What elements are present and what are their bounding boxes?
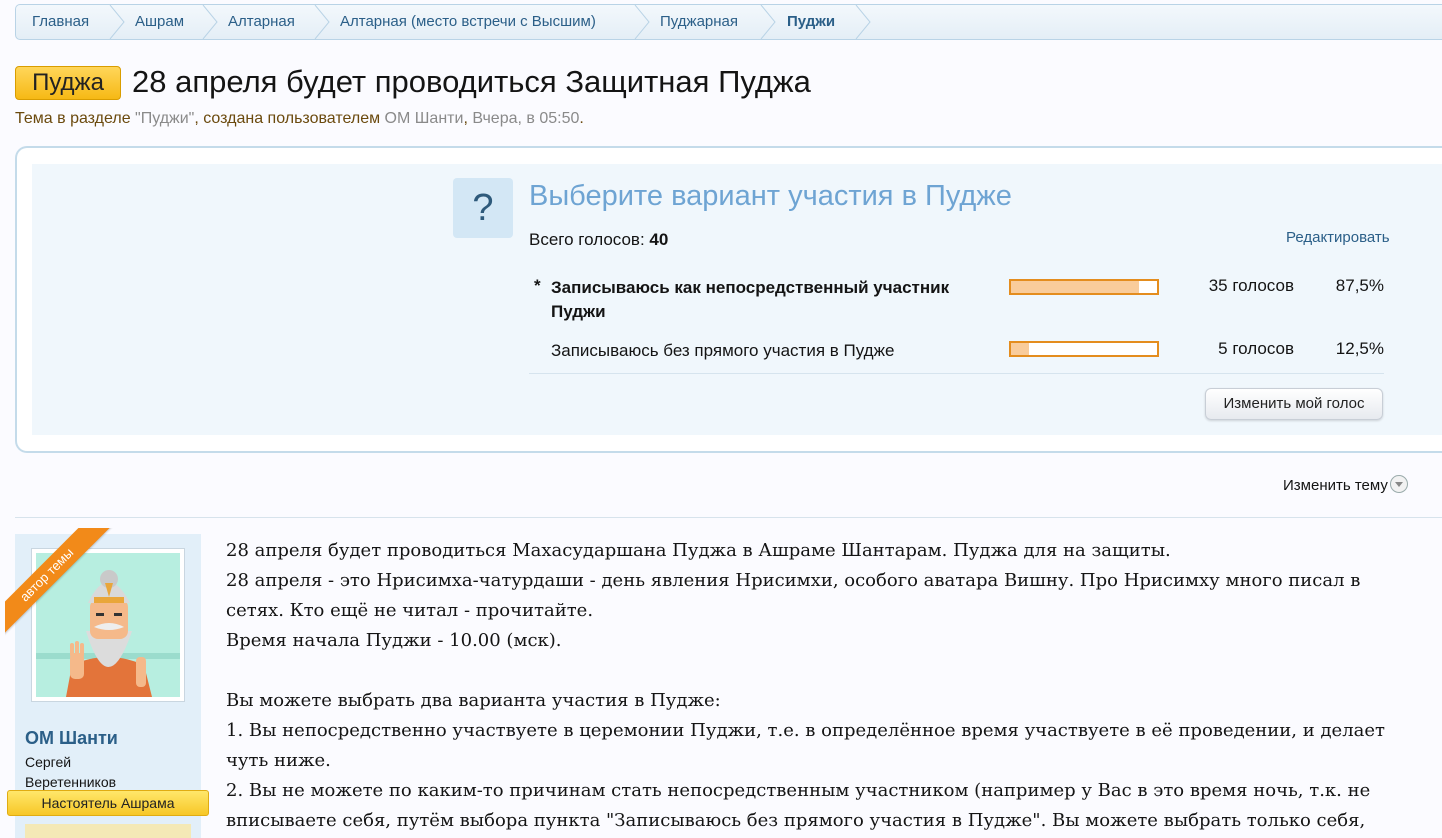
thread-meta-text: Тема в разделе [15,110,136,127]
username-link[interactable]: ОМ Шанти [25,728,118,749]
breadcrumb-separator-icon [855,5,871,39]
message-line: Вы можете выбрать два варианта участия в… [226,690,721,711]
poll-option-votes: 35 голосов [1208,276,1294,295]
ribbon-label: автор темы [5,528,112,640]
change-topic-menu[interactable]: Изменить тему [1283,475,1408,494]
thread-prefix-badge[interactable]: Пуджа [15,66,121,100]
message-body: 28 апреля будет проводиться Махасударшан… [226,536,1442,836]
message-line: 28 апреля - это Нрисимха-чатурдаши - ден… [226,570,1361,591]
poll-total-value: 40 [649,230,669,249]
poll-total-label: Всего голосов: [529,230,645,249]
breadcrumb-altarnaya[interactable]: Алтарная [228,5,295,39]
user-last-name: Веретенников [25,774,117,790]
thread-meta-text: , создана пользователем [194,110,385,127]
message-line: 2. Вы не можете по каким-то причинам ста… [226,780,1371,801]
breadcrumb-separator-icon [760,5,776,39]
thread-time-link[interactable]: Вчера, в 05:50 [472,110,579,127]
question-icon: ? [453,178,513,238]
message-line: 28 апреля будет проводиться Махасударшан… [226,540,1171,561]
user-info-panel: автор темы ОМ Шанти Сергей Веретенников … [5,528,209,838]
poll-container: ? Выберите вариант участия в Пудже Всего… [15,146,1442,453]
change-topic-label: Изменить тему [1283,477,1388,494]
breadcrumb-separator-icon [202,5,218,39]
breadcrumb-pudzhi[interactable]: Пуджи [787,5,835,39]
poll-divider [529,373,1384,374]
poll-question: Выберите вариант участия в Пудже [529,180,1012,212]
breadcrumb-pudzharnaya[interactable]: Пуджарная [660,5,738,39]
breadcrumb-separator-icon [634,5,650,39]
page-title: 28 апреля будет проводиться Защитная Пуд… [132,64,811,99]
user-real-name: Сергей Веретенников [25,752,195,792]
breadcrumb-ashram[interactable]: Ашрам [135,5,184,39]
breadcrumb-separator-icon [109,5,125,39]
breadcrumb: Главная Ашрам Алтарная Алтарная (место в… [15,4,1442,40]
message-line: сетях. Кто ещё не читал - прочитайте. [226,600,594,621]
poll-result-bar [1009,279,1159,295]
message-line: вписываете себя, путём выбора пункта "За… [226,810,1366,831]
poll-option-percent: 87,5% [1335,276,1384,295]
thread-meta-text: , [463,110,473,127]
poll-option-label-line: Пуджи [551,302,606,321]
poll-option-label: Записываюсь как непосредственный участни… [551,276,949,324]
message-line: 1. Вы непосредственно участвуете в церем… [226,720,1385,741]
user-first-name: Сергей [25,754,72,770]
change-vote-button[interactable]: Изменить мой голос [1205,388,1383,420]
poll-result-bar-fill [1011,343,1030,355]
thread-meta-text: . [579,110,584,127]
poll-edit-link[interactable]: Редактировать [1286,229,1390,246]
thread-author-link[interactable]: ОМ Шанти [385,110,464,127]
poll-total-votes: Всего голосов: 40 [529,230,668,250]
breadcrumb-altarnaya-meeting[interactable]: Алтарная (место встречи с Высшим) [340,5,596,39]
divider [15,517,1442,518]
message-line: чуть ниже. [226,750,331,771]
poll-option-percent: 12,5% [1335,339,1384,358]
topic-author-ribbon: автор темы [5,528,125,648]
message-line: Время начала Пуджи - 10.00 (мск). [226,630,562,651]
poll-result-bar [1009,341,1159,357]
thread-section-link[interactable]: "Пуджи" [135,110,194,127]
poll-panel: ? Выберите вариант участия в Пудже Всего… [32,164,1442,435]
poll-option-votes: 5 голосов [1218,339,1294,358]
message-line [226,656,1442,686]
user-rank-badge: Настоятель Ашрама [7,790,209,816]
chevron-down-icon [1389,475,1408,493]
poll-option-label-line: Записываюсь без прямого участия в Пудже [551,341,895,360]
thread-meta: Тема в разделе "Пуджи", создана пользова… [15,110,584,128]
poll-option-label: Записываюсь без прямого участия в Пудже [551,339,894,363]
breadcrumb-separator-icon [314,5,330,39]
poll-result-bar-fill [1011,281,1139,293]
poll-option-label-line: Записываюсь как непосредственный участни… [551,278,950,297]
user-extra-info [25,824,191,838]
breadcrumb-home[interactable]: Главная [32,5,89,39]
own-vote-marker: * [534,276,541,295]
